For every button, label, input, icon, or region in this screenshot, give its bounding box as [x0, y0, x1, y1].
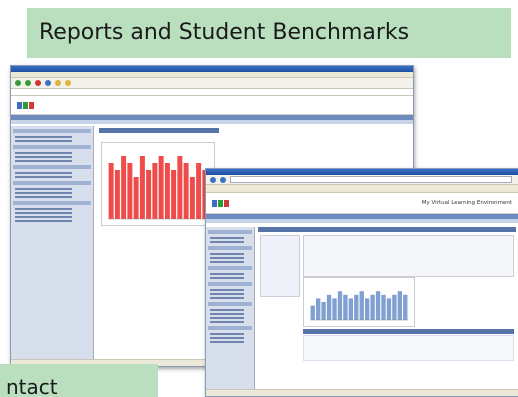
front-chart — [303, 277, 415, 327]
front-detail-panel — [303, 235, 514, 277]
back-address-bar[interactable] — [11, 89, 413, 96]
forward-arrow-icon[interactable] — [25, 80, 31, 86]
front-main-area — [258, 227, 516, 388]
chart-bar — [196, 163, 202, 219]
page-title: Reports and Student Benchmarks — [39, 20, 410, 45]
front-table — [303, 335, 514, 361]
chart-bar — [139, 156, 145, 219]
chart-bar — [354, 294, 359, 320]
chart-bar — [114, 170, 120, 219]
back-arrow-icon[interactable] — [210, 176, 216, 183]
chart-bar — [348, 298, 354, 320]
contact-label: ntact — [6, 375, 58, 397]
chart-bar — [370, 294, 375, 320]
chart-bar — [364, 298, 370, 320]
chart-bar — [177, 156, 183, 219]
chart-bar — [146, 170, 152, 219]
chart-bar — [133, 177, 139, 219]
chart-bar — [108, 163, 114, 219]
back-chart — [101, 142, 215, 226]
back-sub-band — [11, 120, 413, 124]
front-app-title: My Virtual Learning Environment — [421, 200, 512, 206]
back-app-header — [11, 96, 413, 115]
refresh-icon[interactable] — [45, 80, 51, 86]
chart-bar — [171, 170, 177, 219]
chart-bar — [152, 163, 158, 219]
chart-bar — [359, 291, 364, 320]
chart-bar — [403, 294, 408, 320]
contact-banner: ntact — [0, 364, 158, 397]
front-tabs-bar — [206, 185, 518, 193]
chart-bar — [332, 298, 337, 320]
front-table-header — [303, 329, 514, 334]
chart-bar — [375, 291, 381, 320]
chart-bar — [386, 298, 392, 320]
front-status-bar — [206, 389, 518, 396]
page-title-banner: Reports and Student Benchmarks — [27, 8, 511, 58]
chart-bar — [183, 163, 189, 219]
back-toolbar — [11, 78, 413, 89]
chart-bar — [337, 291, 343, 320]
front-bar-chart — [310, 291, 408, 321]
chart-bar — [158, 156, 164, 219]
knowledge-logo — [212, 199, 229, 207]
chart-bar — [121, 156, 127, 219]
front-address-bar[interactable] — [230, 176, 512, 183]
front-app-header: My Virtual Learning Environment — [206, 193, 518, 214]
stop-icon[interactable] — [35, 80, 41, 86]
back-sidebar — [11, 126, 94, 360]
chart-bar — [310, 305, 315, 320]
chart-bar — [315, 298, 321, 320]
chart-bar — [381, 294, 386, 320]
chart-bar — [321, 302, 326, 320]
front-sidebar — [206, 227, 255, 390]
front-panel-header — [258, 227, 516, 232]
front-list-panel — [260, 235, 300, 297]
back-bar-chart — [108, 156, 208, 220]
forward-arrow-icon[interactable] — [220, 176, 226, 183]
home-icon[interactable] — [55, 80, 61, 86]
chart-bar — [127, 163, 133, 219]
chart-bar — [397, 291, 403, 320]
back-arrow-icon[interactable] — [15, 80, 21, 86]
chart-bar — [189, 177, 195, 219]
front-sub-band — [206, 219, 518, 223]
knowledge-logo — [17, 101, 34, 109]
chart-bar — [164, 163, 170, 219]
front-browser-window[interactable]: My Virtual Learning Environment — [205, 168, 518, 397]
favorites-icon[interactable] — [65, 80, 71, 86]
chart-bar — [326, 294, 332, 320]
front-toolbar — [206, 175, 518, 185]
chart-bar — [392, 294, 397, 320]
chart-bar — [343, 294, 348, 320]
